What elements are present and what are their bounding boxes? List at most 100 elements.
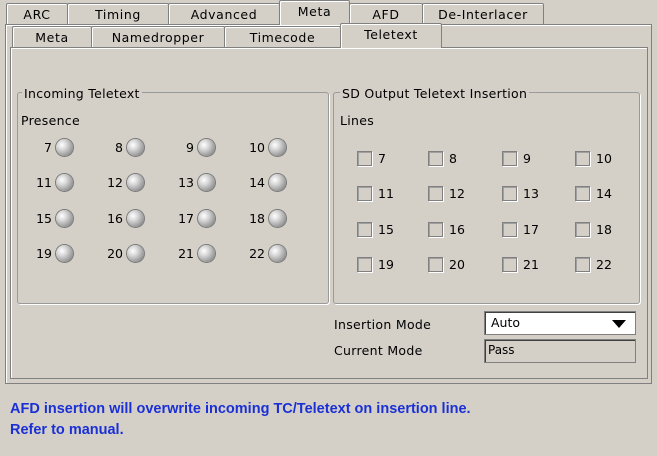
status-led-icon [56,209,73,227]
subtab-namedropper[interactable]: Namedropper [91,26,225,48]
afd-warning: AFD insertion will overwrite incoming TC… [10,399,650,441]
presence-led-19: 19 [28,243,73,263]
checkbox-label: 14 [596,185,612,201]
led-number: 11 [36,174,52,190]
subtab-timecode[interactable]: Timecode [224,26,341,48]
checkbox-label: 11 [378,185,394,201]
presence-led-8: 8 [99,137,144,157]
checkbox[interactable] [575,256,590,272]
checkbox[interactable] [502,185,517,201]
status-led-icon [56,173,73,191]
tab-de-interlacer[interactable]: De-Interlacer [422,3,544,25]
line-checkbox-22[interactable]: 22 [575,255,612,273]
status-led-icon [269,138,286,156]
checkbox-label: 15 [378,221,394,237]
led-number: 15 [36,210,52,226]
status-led-icon [127,244,144,262]
checkbox-label: 19 [378,256,394,272]
status-led-icon [198,138,215,156]
line-checkbox-11[interactable]: 11 [357,184,394,202]
presence-led-7: 7 [28,137,73,157]
line-checkbox-20[interactable]: 20 [428,255,465,273]
presence-led-22: 22 [241,243,286,263]
insertion-mode-select[interactable]: Auto [484,311,636,335]
status-led-icon [269,244,286,262]
tab-timing[interactable]: Timing [67,3,169,25]
checkbox[interactable] [575,150,590,166]
line-checkbox-7[interactable]: 7 [357,149,386,167]
incoming-teletext-title: Incoming Teletext [22,86,142,101]
checkbox[interactable] [428,256,443,272]
warning-line-1: AFD insertion will overwrite incoming TC… [10,401,471,417]
checkbox[interactable] [428,221,443,237]
checkbox[interactable] [575,221,590,237]
tab-advanced[interactable]: Advanced [168,3,280,25]
checkbox-label: 18 [596,221,612,237]
subtab-teletext[interactable]: Teletext [340,23,442,48]
presence-led-17: 17 [170,208,215,228]
led-number: 20 [107,245,123,261]
presence-led-11: 11 [28,172,73,192]
led-number: 7 [44,139,52,155]
line-checkbox-14[interactable]: 14 [575,184,612,202]
tab-meta[interactable]: Meta [279,0,350,25]
checkbox-label: 7 [378,150,386,166]
line-checkbox-10[interactable]: 10 [575,149,612,167]
line-checkbox-15[interactable]: 15 [357,220,394,238]
presence-led-9: 9 [170,137,215,157]
led-number: 19 [36,245,52,261]
led-number: 18 [249,210,265,226]
line-checkbox-13[interactable]: 13 [502,184,539,202]
checkbox-label: 8 [449,150,457,166]
line-checkbox-8[interactable]: 8 [428,149,457,167]
chevron-down-icon [612,320,626,328]
line-checkbox-9[interactable]: 9 [502,149,531,167]
current-mode-label: Current Mode [334,343,423,358]
checkbox[interactable] [428,150,443,166]
checkbox-label: 16 [449,221,465,237]
status-led-icon [198,244,215,262]
checkbox[interactable] [502,256,517,272]
checkbox[interactable] [502,150,517,166]
current-mode-value: Pass [488,343,515,357]
tab-arc[interactable]: ARC [6,3,68,25]
line-checkbox-18[interactable]: 18 [575,220,612,238]
led-number: 22 [249,245,265,261]
status-led-icon [127,138,144,156]
line-checkbox-21[interactable]: 21 [502,255,539,273]
checkbox-label: 9 [523,150,531,166]
checkbox[interactable] [357,185,372,201]
led-number: 13 [178,174,194,190]
status-led-icon [198,209,215,227]
checkbox[interactable] [502,221,517,237]
checkbox[interactable] [357,221,372,237]
presence-led-21: 21 [170,243,215,263]
checkbox-label: 20 [449,256,465,272]
tab-afd[interactable]: AFD [349,3,423,25]
checkbox-label: 22 [596,256,612,272]
checkbox[interactable] [357,256,372,272]
led-number: 14 [249,174,265,190]
presence-label: Presence [21,113,80,128]
checkbox[interactable] [357,150,372,166]
line-checkbox-16[interactable]: 16 [428,220,465,238]
subtab-meta[interactable]: Meta [12,26,92,48]
warning-line-2: Refer to manual. [10,422,124,438]
line-checkbox-19[interactable]: 19 [357,255,394,273]
line-checkbox-12[interactable]: 12 [428,184,465,202]
checkbox[interactable] [428,185,443,201]
presence-led-20: 20 [99,243,144,263]
status-led-icon [56,244,73,262]
presence-led-10: 10 [241,137,286,157]
status-led-icon [56,138,73,156]
led-number: 17 [178,210,194,226]
line-checkbox-17[interactable]: 17 [502,220,539,238]
checkbox-label: 13 [523,185,539,201]
presence-led-12: 12 [99,172,144,192]
status-led-icon [269,209,286,227]
checkbox[interactable] [575,185,590,201]
checkbox-label: 10 [596,150,612,166]
led-number: 21 [178,245,194,261]
checkbox-label: 17 [523,221,539,237]
presence-led-18: 18 [241,208,286,228]
